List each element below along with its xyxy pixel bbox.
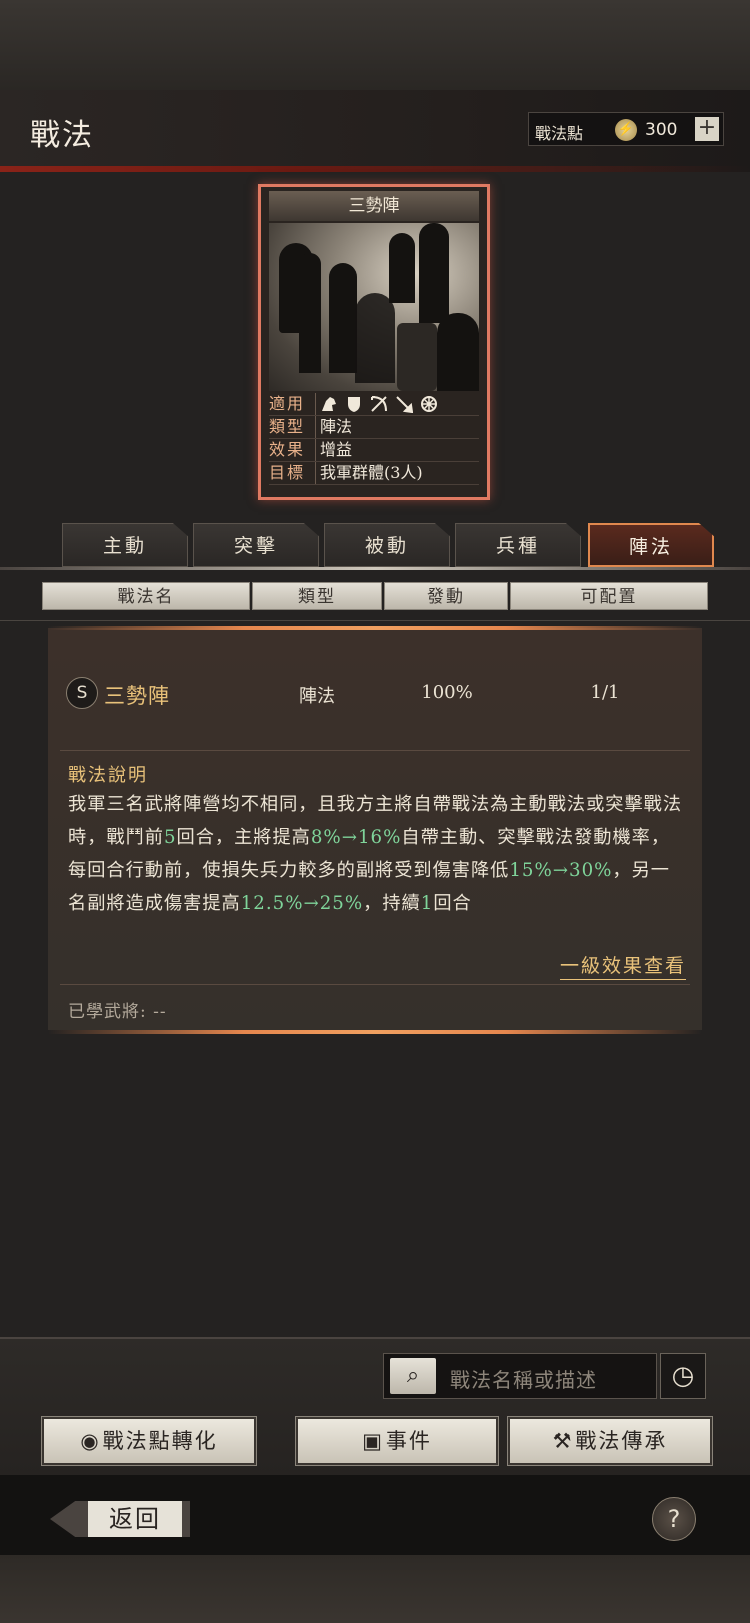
flame-icon: ◉: [80, 1429, 101, 1453]
card-row-target: 目標 我軍群體(3人): [269, 462, 479, 485]
description-text: 我軍三名武將陣營均不相同，且我方主將自帶戰法為主動戰法或突擊戰法時，戰鬥前5回合…: [68, 794, 683, 914]
shield-icon: [345, 395, 363, 413]
card-value: 我軍群體(3人): [315, 462, 479, 484]
description-title: 戰法說明: [68, 765, 148, 786]
search-icon[interactable]: ⌕: [390, 1358, 436, 1394]
tactic-points-value: 300: [645, 120, 678, 140]
tactic-name: 三勢陣: [104, 684, 170, 708]
column-header-name[interactable]: 戰法名: [42, 582, 250, 610]
view-level1-effect-link[interactable]: 一級效果查看: [559, 951, 686, 980]
back-label: 返回: [88, 1501, 182, 1537]
card-key: 類型: [269, 417, 306, 436]
wheel-icon: [420, 395, 438, 413]
header-divider: [0, 620, 750, 621]
tab-divider: [0, 567, 750, 570]
add-points-button[interactable]: +: [695, 117, 719, 141]
bottom-decoration: [0, 1555, 750, 1623]
spear-icon: [395, 395, 413, 413]
card-info: 適用 類型 陣法 效果 增益 目標 我軍群體(3人): [269, 393, 479, 485]
back-button[interactable]: 返回: [50, 1497, 190, 1541]
hammer-icon: ⚒: [552, 1429, 574, 1453]
entry-glow-top: [48, 626, 702, 630]
tactic-card[interactable]: 三勢陣 適用 類型 陣法 效果 增益 目標 我軍群體(3人): [258, 184, 490, 500]
tab-active[interactable]: 主動: [62, 523, 188, 567]
tactic-points-display: 戰法點 ⚡ 300 +: [528, 112, 724, 146]
tab-passive[interactable]: 被動: [324, 523, 450, 567]
cavalry-icon: [320, 395, 338, 413]
entry-separator: [60, 984, 690, 985]
tactic-points-label: 戰法點: [535, 124, 584, 143]
page-title: 戰法: [30, 118, 94, 153]
card-row-effect: 效果 增益: [269, 439, 479, 462]
card-row-suitable: 適用: [269, 393, 479, 416]
grade-badge: S: [66, 677, 98, 709]
header-bar: 戰法 戰法點 ⚡ 300 +: [0, 90, 750, 172]
card-value: 陣法: [315, 416, 479, 438]
card-row-type: 類型 陣法: [269, 416, 479, 439]
tactic-rate: 100%: [421, 682, 473, 703]
card-value: 增益: [315, 439, 479, 461]
troop-type-icons: [315, 393, 479, 415]
tab-formation[interactable]: 陣法: [588, 523, 714, 567]
column-header-configurable[interactable]: 可配置: [510, 582, 708, 610]
column-header-type[interactable]: 類型: [252, 582, 382, 610]
entry-separator: [60, 750, 690, 751]
convert-points-button[interactable]: ◉戰法點轉化: [42, 1417, 256, 1465]
search-box: ⌕ 戰法名稱或描述: [383, 1353, 657, 1399]
tactic-type: 陣法: [299, 686, 335, 707]
tactic-coin-icon: ⚡: [615, 119, 637, 141]
card-key: 適用: [269, 394, 306, 413]
entry-glow-bottom: [48, 1030, 702, 1034]
card-title: 三勢陣: [269, 191, 479, 221]
help-icon[interactable]: ?: [652, 1497, 696, 1541]
bottom-panel-divider: [0, 1337, 750, 1339]
category-tabs: 主動 突擊 被動 兵種 陣法: [62, 523, 714, 567]
alert-icon: ▣: [362, 1429, 384, 1453]
card-key: 效果: [269, 440, 306, 459]
column-header-rate[interactable]: 發動: [384, 582, 508, 610]
card-key: 目標: [269, 463, 306, 482]
tab-assault[interactable]: 突擊: [193, 523, 319, 567]
bow-icon: [370, 395, 388, 413]
inherit-button[interactable]: ⚒戰法傳承: [508, 1417, 712, 1465]
learned-generals: 已學武將: --: [68, 1002, 167, 1022]
tactic-count: 1/1: [590, 682, 620, 703]
clock-icon[interactable]: ◷: [660, 1353, 706, 1399]
search-input[interactable]: 戰法名稱或描述: [450, 1364, 597, 1393]
tab-troop[interactable]: 兵種: [455, 523, 581, 567]
event-button[interactable]: ▣事件: [296, 1417, 498, 1465]
card-artwork: [269, 223, 479, 391]
top-decoration: [0, 0, 750, 90]
